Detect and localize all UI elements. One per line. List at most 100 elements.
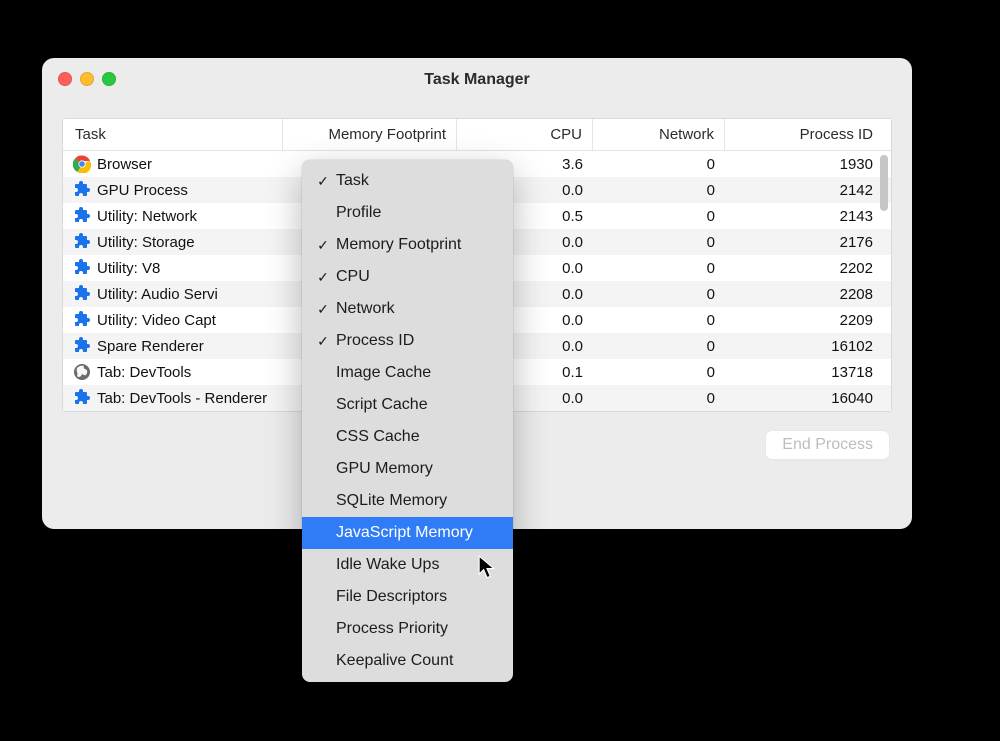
menu-item-label: CPU bbox=[336, 268, 501, 286]
minimize-window-button[interactable] bbox=[80, 72, 94, 86]
menu-item-label: Image Cache bbox=[336, 364, 501, 382]
check-icon: ✓ bbox=[314, 269, 332, 286]
menu-item[interactable]: Image Cache bbox=[302, 357, 513, 389]
check-icon: ✓ bbox=[314, 173, 332, 190]
end-process-button[interactable]: End Process bbox=[765, 430, 890, 460]
menu-item-label: Process Priority bbox=[336, 620, 501, 638]
menu-item-label: Script Cache bbox=[336, 396, 501, 414]
task-name: GPU Process bbox=[97, 182, 188, 199]
menu-item[interactable]: ✓Network bbox=[302, 293, 513, 325]
cell-network: 0 bbox=[593, 307, 725, 333]
table-header: Task Memory Footprint CPU Network Proces… bbox=[63, 119, 891, 151]
cell-process-id: 2202 bbox=[725, 255, 887, 281]
cell-task: Tab: DevTools - Renderer bbox=[63, 385, 283, 411]
cell-network: 0 bbox=[593, 255, 725, 281]
check-icon: ✓ bbox=[314, 237, 332, 254]
window-title: Task Manager bbox=[424, 71, 530, 89]
cell-task: Utility: V8 bbox=[63, 255, 283, 281]
cell-process-id: 2209 bbox=[725, 307, 887, 333]
extension-icon bbox=[73, 285, 91, 303]
cell-process-id: 2176 bbox=[725, 229, 887, 255]
menu-item[interactable]: Idle Wake Ups bbox=[302, 549, 513, 581]
cell-network: 0 bbox=[593, 151, 725, 177]
cell-process-id: 2208 bbox=[725, 281, 887, 307]
extension-icon bbox=[73, 311, 91, 329]
menu-item[interactable]: JavaScript Memory bbox=[302, 517, 513, 549]
cell-task: Utility: Storage bbox=[63, 229, 283, 255]
menu-item-label: Process ID bbox=[336, 332, 501, 350]
cell-process-id: 16040 bbox=[725, 385, 887, 411]
traffic-lights bbox=[58, 72, 116, 86]
menu-item[interactable]: GPU Memory bbox=[302, 453, 513, 485]
menu-item[interactable]: Keepalive Count bbox=[302, 645, 513, 677]
cell-task: Utility: Video Capt bbox=[63, 307, 283, 333]
menu-item[interactable]: ✓Task bbox=[302, 165, 513, 197]
menu-item-label: Idle Wake Ups bbox=[336, 556, 501, 574]
cell-task: Browser bbox=[63, 151, 283, 177]
cell-network: 0 bbox=[593, 333, 725, 359]
menu-item-label: Task bbox=[336, 172, 501, 190]
menu-item[interactable]: File Descriptors bbox=[302, 581, 513, 613]
cell-network: 0 bbox=[593, 229, 725, 255]
menu-item[interactable]: Profile bbox=[302, 197, 513, 229]
cell-process-id: 2142 bbox=[725, 177, 887, 203]
menu-item[interactable]: ✓Memory Footprint bbox=[302, 229, 513, 261]
task-name: Spare Renderer bbox=[97, 338, 204, 355]
extension-icon bbox=[73, 207, 91, 225]
column-context-menu: ✓TaskProfile✓Memory Footprint✓CPU✓Networ… bbox=[302, 160, 513, 682]
cell-process-id: 1930 bbox=[725, 151, 887, 177]
cell-task: Utility: Audio Servi bbox=[63, 281, 283, 307]
menu-item[interactable]: ✓Process ID bbox=[302, 325, 513, 357]
extension-icon bbox=[73, 337, 91, 355]
extension-icon bbox=[73, 181, 91, 199]
menu-item-label: Keepalive Count bbox=[336, 652, 501, 670]
scrollbar[interactable] bbox=[880, 155, 888, 405]
cell-task: Utility: Network bbox=[63, 203, 283, 229]
menu-item-label: SQLite Memory bbox=[336, 492, 501, 510]
check-icon: ✓ bbox=[314, 333, 332, 350]
cell-network: 0 bbox=[593, 177, 725, 203]
column-header-network[interactable]: Network bbox=[593, 119, 725, 150]
menu-item-label: Network bbox=[336, 300, 501, 318]
cell-task: Spare Renderer bbox=[63, 333, 283, 359]
task-name: Utility: V8 bbox=[97, 260, 160, 277]
cell-network: 0 bbox=[593, 359, 725, 385]
cell-network: 0 bbox=[593, 385, 725, 411]
extension-icon bbox=[73, 389, 91, 407]
menu-item[interactable]: ✓CPU bbox=[302, 261, 513, 293]
menu-item[interactable]: CSS Cache bbox=[302, 421, 513, 453]
scrollbar-thumb[interactable] bbox=[880, 155, 888, 211]
task-name: Tab: DevTools bbox=[97, 364, 191, 381]
zoom-window-button[interactable] bbox=[102, 72, 116, 86]
task-name: Utility: Audio Servi bbox=[97, 286, 218, 303]
menu-item[interactable]: Script Cache bbox=[302, 389, 513, 421]
column-header-process-id[interactable]: Process ID bbox=[725, 119, 887, 150]
menu-item-label: File Descriptors bbox=[336, 588, 501, 606]
cell-process-id: 2143 bbox=[725, 203, 887, 229]
close-window-button[interactable] bbox=[58, 72, 72, 86]
titlebar[interactable]: Task Manager bbox=[42, 58, 912, 102]
extension-icon bbox=[73, 233, 91, 251]
menu-item-label: JavaScript Memory bbox=[336, 524, 501, 542]
cell-process-id: 16102 bbox=[725, 333, 887, 359]
cell-network: 0 bbox=[593, 281, 725, 307]
menu-item-label: CSS Cache bbox=[336, 428, 501, 446]
cell-task: Tab: DevTools bbox=[63, 359, 283, 385]
cell-network: 0 bbox=[593, 203, 725, 229]
column-header-cpu[interactable]: CPU bbox=[457, 119, 593, 150]
cell-process-id: 13718 bbox=[725, 359, 887, 385]
column-header-task[interactable]: Task bbox=[63, 119, 283, 150]
cell-task: GPU Process bbox=[63, 177, 283, 203]
menu-item-label: Profile bbox=[336, 204, 501, 222]
chrome-icon bbox=[73, 155, 91, 173]
menu-item-label: GPU Memory bbox=[336, 460, 501, 478]
menu-item[interactable]: SQLite Memory bbox=[302, 485, 513, 517]
task-name: Tab: DevTools - Renderer bbox=[97, 390, 267, 407]
task-name: Browser bbox=[97, 156, 152, 173]
task-name: Utility: Video Capt bbox=[97, 312, 216, 329]
task-name: Utility: Network bbox=[97, 208, 197, 225]
extension-icon bbox=[73, 259, 91, 277]
menu-item[interactable]: Process Priority bbox=[302, 613, 513, 645]
menu-item-label: Memory Footprint bbox=[336, 236, 501, 254]
column-header-memory[interactable]: Memory Footprint bbox=[283, 119, 457, 150]
